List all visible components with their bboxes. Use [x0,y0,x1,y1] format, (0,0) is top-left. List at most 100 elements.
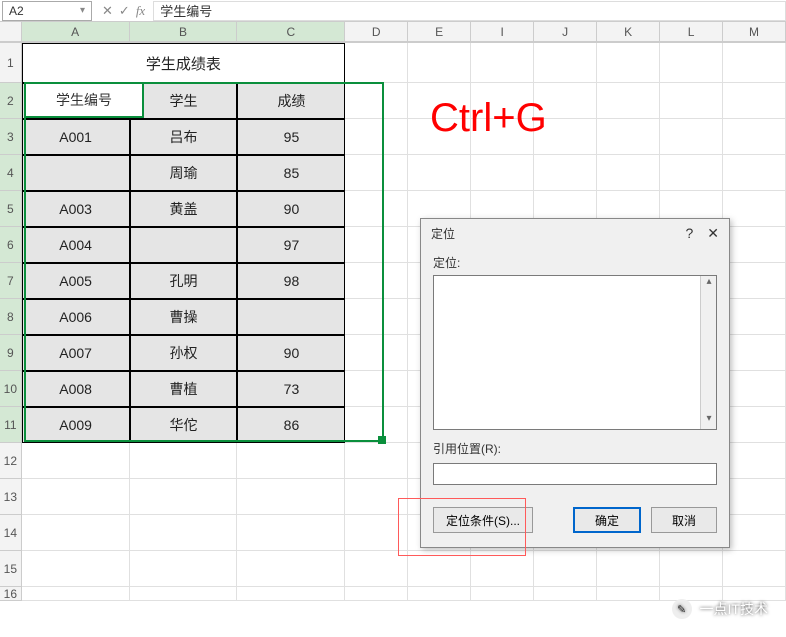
cell[interactable] [723,443,786,479]
goto-listbox[interactable]: ▴ ▾ [433,275,717,430]
reference-input[interactable] [433,463,717,485]
cell[interactable]: 85 [237,155,345,191]
cell[interactable]: A009 [22,407,130,443]
cell[interactable] [345,191,408,227]
cell[interactable] [597,119,660,155]
fx-icon[interactable]: fx [136,3,145,19]
col-head-B[interactable]: B [130,22,238,42]
cell[interactable]: 73 [237,371,345,407]
scroll-up-icon[interactable]: ▴ [701,276,717,292]
cell[interactable]: 华佗 [130,407,238,443]
cell[interactable]: 孔明 [130,263,238,299]
cell[interactable] [345,587,408,601]
cell[interactable] [660,551,723,587]
cell[interactable] [345,371,408,407]
cell[interactable]: A004 [22,227,130,263]
cell[interactable] [660,83,723,119]
cell[interactable]: 90 [237,335,345,371]
cell[interactable] [534,587,597,601]
cell[interactable] [130,515,238,551]
cell[interactable] [723,479,786,515]
row-head-15[interactable]: 15 [0,551,22,587]
cell[interactable] [345,119,408,155]
cell[interactable]: A008 [22,371,130,407]
row-head-11[interactable]: 11 [0,407,22,443]
cell[interactable] [723,335,786,371]
col-head-I[interactable]: I [471,22,534,42]
cell[interactable]: 86 [237,407,345,443]
cell[interactable] [471,551,534,587]
cell[interactable]: 周瑜 [130,155,238,191]
cell[interactable] [22,587,130,601]
row-head-1[interactable]: 1 [0,43,22,83]
col-head-L[interactable]: L [660,22,723,42]
cancel-icon[interactable]: ✕ [102,3,113,19]
cell[interactable] [345,227,408,263]
ok-button[interactable]: 确定 [573,507,641,533]
cell[interactable] [345,443,408,479]
row-head-2[interactable]: 2 [0,83,22,119]
cell[interactable] [22,443,130,479]
row-head-8[interactable]: 8 [0,299,22,335]
cell[interactable] [345,335,408,371]
col-head-E[interactable]: E [408,22,471,42]
cell[interactable]: 学生编号 [22,83,130,119]
row-head-6[interactable]: 6 [0,227,22,263]
cell-title[interactable]: 学生成绩表 [22,43,346,83]
row-head-16[interactable]: 16 [0,587,22,601]
formula-bar[interactable]: 学生编号 [153,1,786,21]
cell[interactable] [237,515,345,551]
cell[interactable] [408,43,471,83]
cell[interactable] [597,83,660,119]
cell[interactable] [534,43,597,83]
cell[interactable] [237,443,345,479]
row-head-13[interactable]: 13 [0,479,22,515]
row-head-10[interactable]: 10 [0,371,22,407]
cell[interactable] [237,551,345,587]
cell[interactable] [345,263,408,299]
cell[interactable] [130,551,238,587]
col-head-M[interactable]: M [723,22,786,42]
cell[interactable]: 曹操 [130,299,238,335]
cell[interactable] [471,587,534,601]
chevron-down-icon[interactable]: ▾ [80,5,85,16]
cell[interactable] [597,587,660,601]
cell[interactable] [408,155,471,191]
row-head-12[interactable]: 12 [0,443,22,479]
cell[interactable] [723,263,786,299]
cell[interactable] [723,119,786,155]
cell[interactable] [345,407,408,443]
cell[interactable]: 孙权 [130,335,238,371]
cell[interactable] [723,407,786,443]
cell[interactable] [237,587,345,601]
row-head-4[interactable]: 4 [0,155,22,191]
cell[interactable] [130,443,238,479]
cell[interactable] [130,227,238,263]
cell[interactable]: 曹植 [130,371,238,407]
col-head-K[interactable]: K [597,22,660,42]
cell[interactable]: 学生 [130,83,238,119]
special-button[interactable]: 定位条件(S)... [433,507,533,533]
cell[interactable] [723,191,786,227]
cell[interactable] [723,43,786,83]
cell[interactable] [723,227,786,263]
cell[interactable] [723,299,786,335]
cell[interactable] [345,299,408,335]
col-head-D[interactable]: D [345,22,408,42]
cancel-button[interactable]: 取消 [651,507,717,533]
cell[interactable] [22,155,130,191]
scroll-down-icon[interactable]: ▾ [701,413,717,429]
cell[interactable] [408,551,471,587]
cell[interactable]: 吕布 [130,119,238,155]
cell[interactable] [345,515,408,551]
cell[interactable] [345,43,408,83]
help-icon[interactable]: ? [685,225,693,242]
cell[interactable] [597,155,660,191]
cell[interactable] [534,155,597,191]
cell[interactable] [660,155,723,191]
cell[interactable] [471,155,534,191]
cell[interactable] [597,43,660,83]
scrollbar[interactable]: ▴ ▾ [700,276,716,429]
cell[interactable] [408,587,471,601]
cell[interactable] [22,479,130,515]
